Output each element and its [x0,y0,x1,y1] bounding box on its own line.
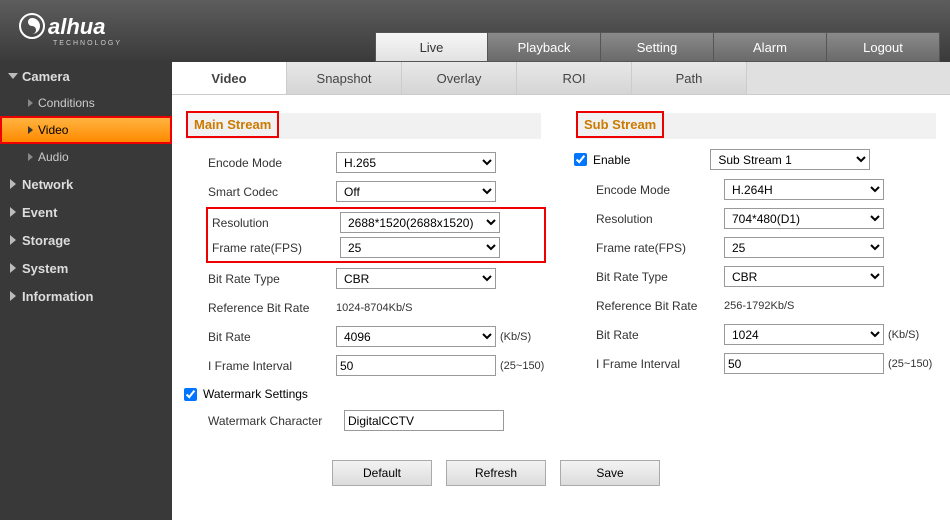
sidebar-group-event[interactable]: Event [0,198,172,226]
bitrate-unit: (Kb/S) [500,331,531,343]
sub-encode-select[interactable]: H.264H [724,179,884,200]
sidebar-item-audio[interactable]: Audio [0,144,172,170]
sub-bitrate-label: Bit Rate [594,328,724,342]
sub-resolution-select[interactable]: 704*480(D1) [724,208,884,229]
sub-resolution-label: Resolution [594,212,724,226]
sub-stream-column: Sub Stream Enable Sub Stream 1 Encode Mo… [576,113,936,436]
main-stream-title: Main Stream [186,111,279,138]
tab-video[interactable]: Video [172,62,287,94]
fps-label: Frame rate(FPS) [210,241,340,255]
sub-bitrate-unit: (Kb/S) [888,329,919,341]
sidebar-label: Event [22,205,57,220]
watermark-checkbox[interactable] [184,388,197,401]
refresh-button[interactable]: Refresh [446,460,546,486]
tab-path[interactable]: Path [632,62,747,94]
sub-stream-select[interactable]: Sub Stream 1 [710,149,870,170]
nav-alarm[interactable]: Alarm [714,32,827,62]
tab-snapshot[interactable]: Snapshot [287,62,402,94]
watermark-label: Watermark Settings [203,387,308,401]
sidebar-group-camera[interactable]: Camera [0,62,172,90]
nav-live[interactable]: Live [375,32,488,62]
sub-tabs: Video Snapshot Overlay ROI Path [172,62,950,95]
sub-fps-select[interactable]: 25 [724,237,884,258]
sub-enable-label: Enable [593,153,630,167]
main-stream-column: Main Stream Encode ModeH.265 Smart Codec… [186,113,546,436]
tab-overlay[interactable]: Overlay [402,62,517,94]
iframe-input[interactable] [336,355,496,376]
sidebar-item-label: Video [38,123,68,137]
sub-ref-bitrate-label: Reference Bit Rate [594,299,724,313]
sub-bitrate-type-select[interactable]: CBR [724,266,884,287]
sidebar-group-network[interactable]: Network [0,170,172,198]
sidebar-item-conditions[interactable]: Conditions [0,90,172,116]
bitrate-type-select[interactable]: CBR [336,268,496,289]
svg-text:TECHNOLOGY: TECHNOLOGY [53,40,122,47]
fps-select[interactable]: 25 [340,237,500,258]
sub-iframe-label: I Frame Interval [594,357,724,371]
top-nav: Live Playback Setting Alarm Logout [375,32,950,62]
footer-buttons: Default Refresh Save [332,460,950,486]
sidebar-group-information[interactable]: Information [0,282,172,310]
sub-stream-title: Sub Stream [576,111,664,138]
resolution-select[interactable]: 2688*1520(2688x1520) [340,212,500,233]
save-button[interactable]: Save [560,460,660,486]
ref-bitrate-label: Reference Bit Rate [206,301,336,315]
nav-logout[interactable]: Logout [827,32,940,62]
encode-mode-label: Encode Mode [206,156,336,170]
iframe-unit: (25~150) [500,360,544,372]
default-button[interactable]: Default [332,460,432,486]
sub-fps-label: Frame rate(FPS) [594,241,724,255]
sidebar-group-storage[interactable]: Storage [0,226,172,254]
bitrate-select[interactable]: 4096 [336,326,496,347]
main-panel: Video Snapshot Overlay ROI Path Main Str… [172,62,950,520]
sub-iframe-unit: (25~150) [888,358,932,370]
sidebar: Camera Conditions Video Audio Network Ev… [0,62,172,520]
sub-bitrate-type-label: Bit Rate Type [594,270,724,284]
sidebar-label: Network [22,177,73,192]
nav-playback[interactable]: Playback [488,32,601,62]
resolution-label: Resolution [210,216,340,230]
sub-ref-bitrate-value: 256-1792Kb/S [724,300,794,312]
nav-setting[interactable]: Setting [601,32,714,62]
sidebar-item-label: Conditions [38,96,95,110]
brand-logo: alhua TECHNOLOGY [0,12,168,62]
sub-bitrate-select[interactable]: 1024 [724,324,884,345]
watermark-char-input[interactable] [344,410,504,431]
smart-codec-select[interactable]: Off [336,181,496,202]
bitrate-type-label: Bit Rate Type [206,272,336,286]
ref-bitrate-value: 1024-8704Kb/S [336,302,412,314]
sidebar-label: Information [22,289,94,304]
sidebar-item-label: Audio [38,150,69,164]
sidebar-label: Storage [22,233,70,248]
bitrate-label: Bit Rate [206,330,336,344]
svg-text:alhua: alhua [48,14,105,39]
sidebar-item-video[interactable]: Video [0,116,172,144]
iframe-label: I Frame Interval [206,359,336,373]
sidebar-group-system[interactable]: System [0,254,172,282]
watermark-char-label: Watermark Character [206,414,344,428]
sidebar-label: System [22,261,68,276]
smart-codec-label: Smart Codec [206,185,336,199]
header: alhua TECHNOLOGY Live Playback Setting A… [0,0,950,62]
sub-iframe-input[interactable] [724,353,884,374]
sub-encode-label: Encode Mode [594,183,724,197]
sub-enable-checkbox[interactable] [574,153,587,166]
sidebar-label: Camera [22,69,70,84]
encode-mode-select[interactable]: H.265 [336,152,496,173]
tab-roi[interactable]: ROI [517,62,632,94]
